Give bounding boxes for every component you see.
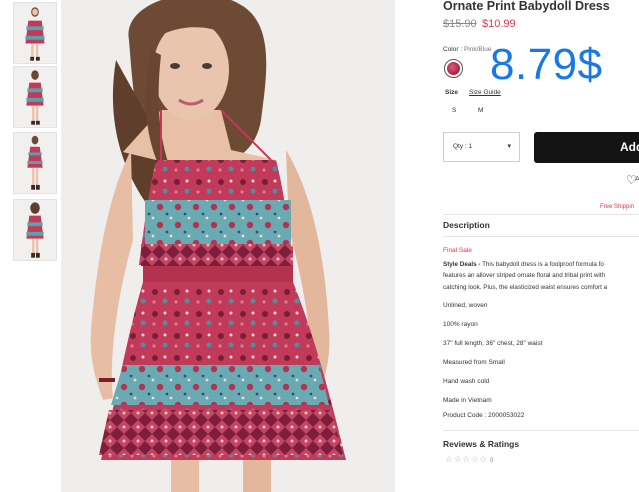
description-heading: Description xyxy=(443,220,490,230)
size-label: Size xyxy=(445,89,459,96)
free-shipping-link[interactable]: Free Shippin xyxy=(600,204,634,210)
thumbnail-full-image xyxy=(14,133,56,193)
thumbnail-full[interactable] xyxy=(13,132,57,194)
model-photo xyxy=(61,0,395,492)
thumbnail-front[interactable] xyxy=(13,2,57,64)
product-details: Ornate Print Babydoll Dress $15.90 $10.9… xyxy=(443,0,639,492)
caret-down-icon: ▾ xyxy=(507,143,511,150)
detail-item: 100% rayon xyxy=(443,321,478,328)
color-label: Color xyxy=(443,46,459,53)
detail-item: Hand wash cold xyxy=(443,378,490,385)
thumbnail-side[interactable] xyxy=(13,66,57,128)
size-guide-link[interactable]: Size Guide xyxy=(469,89,501,96)
reviews-heading[interactable]: Reviews & Ratings xyxy=(443,439,519,449)
size-option-m[interactable]: M xyxy=(478,107,483,114)
final-sale-label: Final Sale xyxy=(443,247,472,254)
add-button-label: Add xyxy=(620,140,639,154)
add-to-bag-button[interactable]: Add xyxy=(534,132,639,163)
swatch-fill xyxy=(447,62,460,75)
main-product-image[interactable] xyxy=(61,0,395,492)
description-text: This babydoll dress is a foolproof formu… xyxy=(480,261,604,268)
star-icons: ☆☆☆☆☆ xyxy=(445,454,488,464)
review-count: 0 xyxy=(489,458,494,464)
quantity-label: Qty : 1 xyxy=(453,143,473,150)
color-swatch-pink-blue[interactable] xyxy=(444,59,463,78)
size-option-s[interactable]: S xyxy=(452,107,456,114)
thumbnail-back-image xyxy=(14,200,56,260)
detail-item: Made in Vietnam xyxy=(443,397,492,404)
detail-item: Unlined, woven xyxy=(443,302,488,309)
thumbnail-side-image xyxy=(14,67,56,127)
divider xyxy=(443,236,639,237)
divider xyxy=(443,214,639,215)
overlay-price: 8.79$ xyxy=(490,40,603,89)
description-line: features an allover striped ornate flora… xyxy=(443,272,606,279)
style-deals-label: Style Deals - xyxy=(443,261,481,268)
thumbnail-front-image xyxy=(14,3,56,63)
color-label-row: Color : Pink/Blue xyxy=(443,46,492,53)
wishlist-label[interactable]: A xyxy=(635,176,639,183)
sale-price: $10.99 xyxy=(482,18,516,30)
product-title: Ornate Print Babydoll Dress xyxy=(443,0,610,13)
product-code: Product Code : 2000053022 xyxy=(443,412,525,419)
description-line: catching look. Plus, the elasticized wai… xyxy=(443,284,608,291)
divider xyxy=(443,430,639,431)
detail-item: 37" full length, 36" chest, 28" waist xyxy=(443,340,543,347)
quantity-select[interactable]: Qty : 1 ▾ xyxy=(443,132,520,162)
description-line: Style Deals - This babydoll dress is a f… xyxy=(443,261,604,268)
thumbnail-back[interactable] xyxy=(13,199,57,261)
original-price: $15.90 xyxy=(443,18,477,30)
detail-item: Measured from Small xyxy=(443,359,505,366)
rating-stars: ☆☆☆☆☆ 0 xyxy=(445,454,494,465)
color-value: Pink/Blue xyxy=(463,46,492,53)
